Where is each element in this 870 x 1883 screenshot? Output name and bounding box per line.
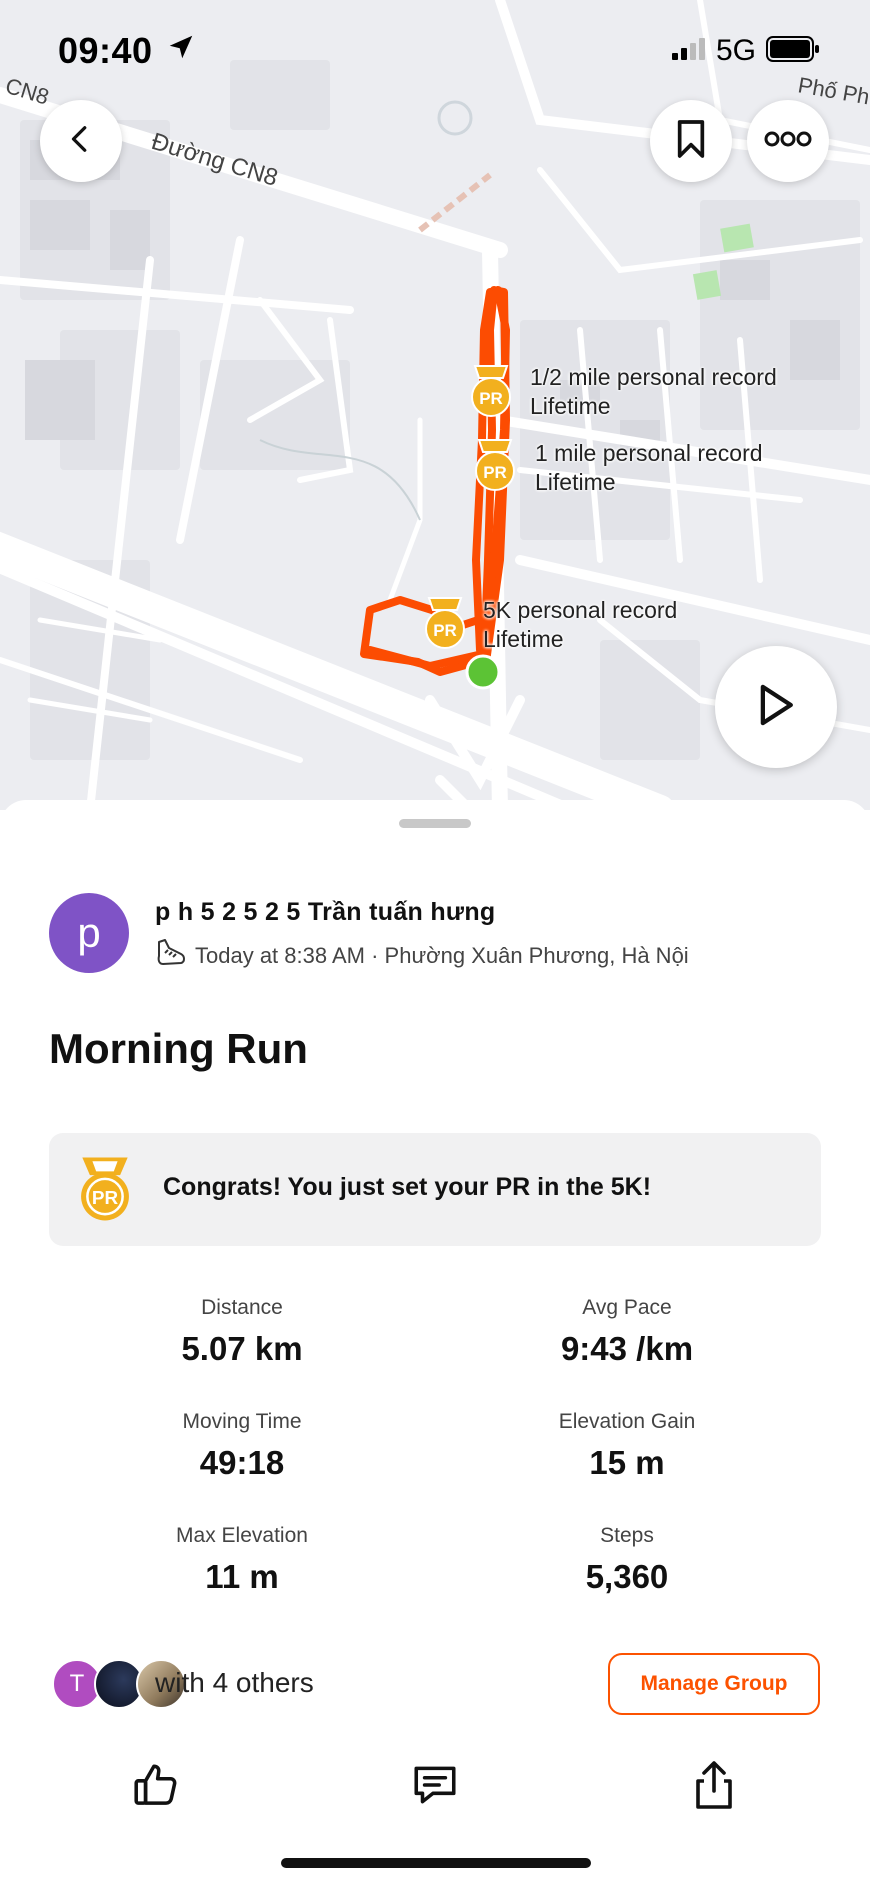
sheet-drag-handle[interactable]	[399, 819, 471, 828]
play-flyover-button[interactable]	[715, 646, 837, 768]
athlete-name[interactable]: p h 5 2 5 2 5 Trần tuấn hưng	[155, 898, 495, 927]
pr-label-5k: 5K personal record Lifetime	[483, 596, 677, 654]
stat-value: 5,360	[585, 1558, 669, 1595]
svg-text:PR: PR	[92, 1188, 119, 1209]
more-icon	[764, 129, 812, 154]
back-button[interactable]	[40, 100, 122, 182]
pr-medal-icon[interactable]: PR	[421, 596, 469, 655]
athlete-avatar[interactable]: p	[49, 893, 129, 973]
stat-label: Distance	[201, 1296, 283, 1319]
stat-value: 49:18	[199, 1444, 285, 1481]
comment-icon	[409, 1760, 461, 1815]
stat-label: Steps	[600, 1524, 654, 1547]
stat-value: 15 m	[589, 1444, 665, 1481]
battery-icon	[766, 35, 820, 67]
activity-meta: Today at 8:38 AM · Phường Xuân Phương, H…	[155, 938, 689, 974]
pr-label-line2: Lifetime	[483, 626, 564, 652]
home-indicator[interactable]	[281, 1858, 591, 1868]
stat-label: Elevation Gain	[558, 1410, 696, 1433]
shoe-icon	[155, 938, 187, 974]
pr-label-line1: 1/2 mile personal record	[530, 364, 777, 390]
pr-medal-icon: PR	[73, 1155, 137, 1228]
pr-label-line2: Lifetime	[535, 469, 616, 495]
stat-distance: Distance 5.07 km	[77, 1296, 407, 1368]
stat-label: Max Elevation	[176, 1524, 308, 1547]
comment-button[interactable]	[400, 1752, 470, 1822]
stat-value: 5.07 km	[181, 1330, 303, 1367]
stat-value: 9:43 /km	[560, 1330, 694, 1367]
pr-label-one-mile: 1 mile personal record Lifetime	[535, 439, 763, 497]
signal-icon	[671, 37, 706, 65]
stat-label: Avg Pace	[582, 1296, 672, 1319]
status-bar: 09:40 5G	[58, 28, 820, 72]
stat-steps: Steps 5,360	[462, 1524, 792, 1596]
back-arrow-icon	[66, 124, 96, 159]
share-icon	[690, 1759, 738, 1816]
kudos-button[interactable]	[121, 1752, 191, 1822]
manage-group-button[interactable]: Manage Group	[608, 1653, 820, 1715]
stat-label: Moving Time	[182, 1410, 302, 1433]
pr-label-half-mile: 1/2 mile personal record Lifetime	[530, 363, 777, 421]
stat-value: 11 m	[205, 1558, 279, 1595]
svg-text:PR: PR	[479, 389, 503, 408]
svg-text:PR: PR	[433, 621, 457, 640]
play-icon	[756, 682, 796, 733]
pr-congrats-banner[interactable]: PR Congrats! You just set your PR in the…	[49, 1133, 821, 1246]
pr-label-line2: Lifetime	[530, 393, 611, 419]
pr-medal-icon[interactable]: PR	[467, 364, 515, 423]
pr-label-line1: 5K personal record	[483, 597, 678, 623]
svg-text:PR: PR	[483, 463, 507, 482]
activity-map[interactable]: Đường CN8 CN8 Phố Ph PR 1/2 mile persona…	[0, 0, 870, 810]
status-time: 09:40	[58, 30, 153, 71]
pr-medal-icon[interactable]: PR	[471, 438, 519, 497]
thumbs-up-icon	[131, 1760, 181, 1815]
pr-congrats-text: Congrats! You just set your PR in the 5K…	[163, 1173, 652, 1201]
network-label: 5G	[715, 34, 756, 67]
bookmark-icon	[674, 119, 708, 164]
stat-elevation-gain: Elevation Gain 15 m	[462, 1410, 792, 1482]
activity-meta-text: Today at 8:38 AM · Phường Xuân Phương, H…	[195, 943, 689, 968]
stat-max-elevation: Max Elevation 11 m	[77, 1524, 407, 1596]
pr-label-line1: 1 mile personal record	[535, 440, 763, 466]
more-button[interactable]	[747, 100, 829, 182]
stat-avg-pace: Avg Pace 9:43 /km	[462, 1296, 792, 1368]
activity-sheet: p p h 5 2 5 2 5 Trần tuấn hưng Today at …	[0, 800, 870, 1883]
stat-moving-time: Moving Time 49:18	[77, 1410, 407, 1482]
group-with-others[interactable]: with 4 others	[155, 1667, 314, 1699]
activity-title: Morning Run	[49, 1025, 308, 1072]
bookmark-button[interactable]	[650, 100, 732, 182]
share-button[interactable]	[679, 1752, 749, 1822]
location-arrow-icon	[166, 32, 196, 67]
